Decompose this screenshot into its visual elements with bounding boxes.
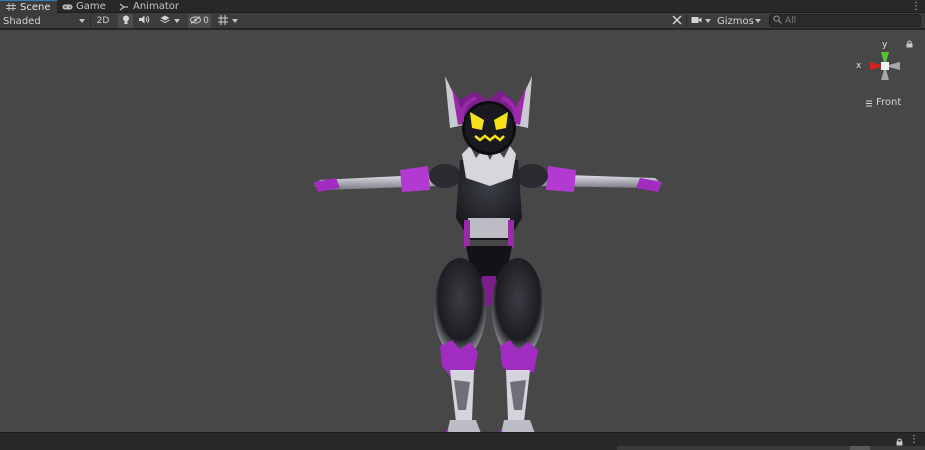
horizontal-scrollbar[interactable] xyxy=(617,446,925,450)
tab-game-label: Game xyxy=(76,1,106,12)
view-label-text: Front xyxy=(876,97,902,108)
gizmos-label: Gizmos xyxy=(717,15,754,27)
chevron-down-icon xyxy=(232,19,238,23)
gizmos-dropdown[interactable]: Gizmos xyxy=(714,14,764,28)
grid-icon xyxy=(6,3,16,11)
view-projection-label[interactable]: Front xyxy=(866,97,901,108)
shading-mode-value: Shaded xyxy=(3,15,41,27)
scrollbar-thumb[interactable] xyxy=(850,446,870,450)
editor-tab-bar: Scene Game Animator ⋮ xyxy=(0,0,925,13)
speaker-icon xyxy=(139,15,150,27)
effects-dropdown[interactable] xyxy=(157,14,183,28)
camera-icon xyxy=(691,16,702,27)
menu-lines-icon xyxy=(866,99,872,107)
audio-toggle[interactable] xyxy=(137,14,152,28)
search-icon xyxy=(773,14,782,27)
toolbar-divider xyxy=(686,15,687,27)
scene-search-field[interactable] xyxy=(769,14,921,27)
scene-viewport[interactable]: y x Front xyxy=(0,30,925,432)
mode-2d-label: 2D xyxy=(96,16,110,26)
chevron-down-icon xyxy=(755,19,761,23)
tab-animator-label: Animator xyxy=(133,1,179,12)
tab-scene[interactable]: Scene xyxy=(0,0,57,13)
chevron-down-icon xyxy=(79,19,85,23)
mode-2d-button[interactable]: 2D xyxy=(94,14,112,28)
tab-animator[interactable]: Animator xyxy=(119,0,179,13)
tab-menu-kebab-icon[interactable]: ⋮ xyxy=(911,0,921,13)
chevron-down-icon xyxy=(705,19,711,23)
shading-mode-dropdown[interactable]: Shaded xyxy=(0,14,88,28)
tab-scene-label: Scene xyxy=(20,1,51,13)
tab-game[interactable]: Game xyxy=(62,0,114,13)
gizmo-axis-y: y xyxy=(882,40,888,50)
camera-dropdown[interactable] xyxy=(689,14,713,28)
status-bar: ⋮ xyxy=(0,432,925,450)
gizmo-axis-x: x xyxy=(856,61,862,71)
hidden-count: 0 xyxy=(203,16,209,26)
animator-icon xyxy=(119,3,129,11)
grid-snap-icon xyxy=(218,14,228,28)
grid-snap-dropdown[interactable] xyxy=(214,14,242,28)
avatar-model[interactable] xyxy=(300,50,670,432)
layers-icon xyxy=(160,15,170,27)
toolbar-divider xyxy=(90,15,91,27)
eye-slash-icon xyxy=(190,15,202,27)
search-input[interactable] xyxy=(785,15,905,26)
tools-button[interactable] xyxy=(670,14,684,28)
tools-icon xyxy=(672,14,682,28)
lock-icon[interactable] xyxy=(906,38,913,51)
hidden-objects-toggle[interactable]: 0 xyxy=(188,14,211,28)
lightbulb-icon xyxy=(122,15,130,28)
chevron-down-icon xyxy=(174,19,180,23)
scene-toolbar: Shaded 2D 0 Gizmos All xyxy=(0,13,925,29)
lighting-toggle[interactable] xyxy=(118,14,133,28)
gamepad-icon xyxy=(62,3,73,11)
